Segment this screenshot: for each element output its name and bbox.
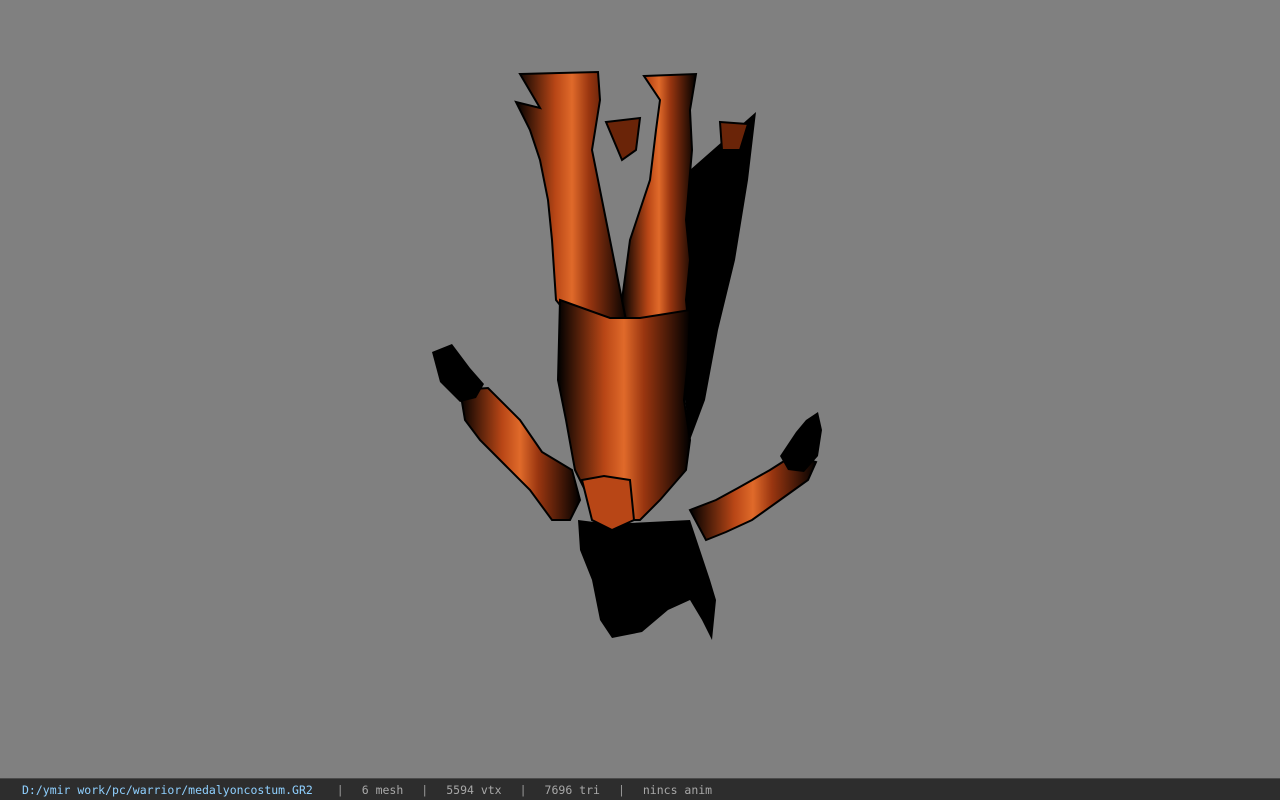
head-shape (578, 520, 716, 640)
status-separator: | (336, 782, 344, 797)
left-leg-shape (514, 70, 630, 342)
animation-label: nincs anim (642, 782, 713, 797)
file-path-label: D:/ymir work/pc/warrior/medalyoncostum.G… (22, 782, 313, 797)
status-separator: | (617, 782, 625, 797)
3d-viewport[interactable] (0, 0, 1280, 778)
left-hand-shape (432, 344, 484, 402)
left-arm-shape (458, 386, 582, 521)
mesh-count-label: 6 mesh (361, 782, 404, 797)
status-bar: D:/ymir work/pc/warrior/medalyoncostum.G… (0, 778, 1280, 800)
status-separator: | (421, 782, 429, 797)
triangle-count-label: 7696 tri (544, 782, 600, 797)
status-separator: | (519, 782, 527, 797)
character-model[interactable] (0, 0, 1280, 778)
right-leg-shape (620, 72, 698, 352)
vertex-count-label: 5594 vtx (446, 782, 502, 797)
